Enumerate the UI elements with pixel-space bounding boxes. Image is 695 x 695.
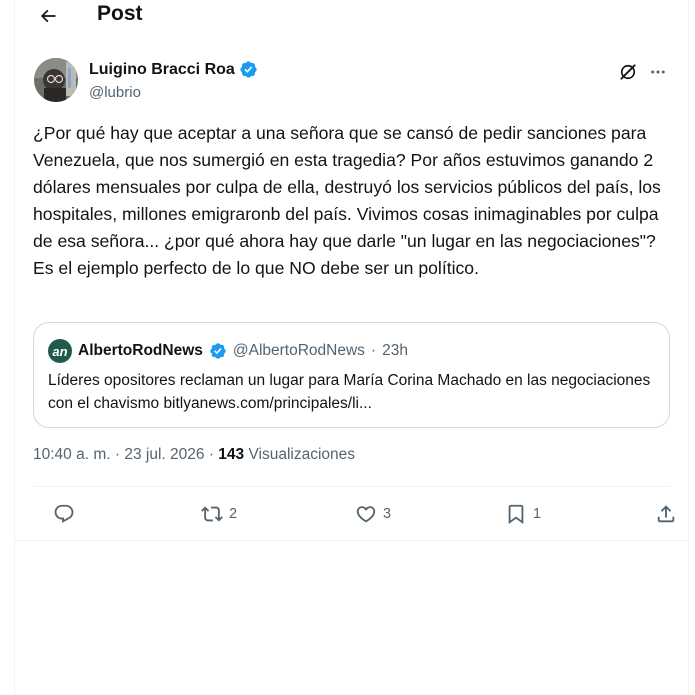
author-name[interactable]: Luigino Bracci Roa <box>89 61 235 79</box>
views-label: Visualizaciones <box>248 446 356 463</box>
views-count: 143 <box>218 446 245 463</box>
avatar[interactable] <box>34 58 78 102</box>
author-row: Luigino Bracci Roa @lubrio <box>15 56 688 106</box>
arrow-left-icon <box>40 9 56 23</box>
meta-separator: · <box>208 446 214 463</box>
quoted-post-text: Líderes opositores reclaman un lugar par… <box>48 372 651 412</box>
retweet-icon <box>201 506 223 522</box>
bookmark-button[interactable]: 1 <box>505 500 541 528</box>
quoted-avatar: an <box>48 339 72 363</box>
like-button[interactable]: 3 <box>355 500 391 528</box>
grok-icon <box>620 64 636 80</box>
page: Post Luigino Bracci Roa @lubrio ¿Por qué… <box>0 0 695 695</box>
quoted-author-handle: @AlbertoRodNews <box>232 342 365 359</box>
reply-icon <box>54 504 74 523</box>
divider <box>33 486 670 487</box>
post-date[interactable]: 23 jul. 2026 <box>124 446 204 463</box>
heart-icon <box>356 506 376 523</box>
bookmark-icon <box>508 504 524 525</box>
back-button[interactable] <box>35 3 61 29</box>
verified-badge-icon <box>210 343 226 359</box>
post-column: Post Luigino Bracci Roa @lubrio ¿Por qué… <box>14 0 689 695</box>
quoted-post-header: an AlbertoRodNews @AlbertoRodNews · 23h <box>48 339 408 363</box>
retweet-button[interactable]: 2 <box>201 500 237 528</box>
bookmark-count: 1 <box>533 506 542 522</box>
action-bar: 2 3 1 <box>33 500 675 528</box>
retweet-count: 2 <box>229 506 238 522</box>
quoted-separator: · <box>370 342 377 359</box>
share-button[interactable] <box>655 500 677 528</box>
post-time[interactable]: 10:40 a. m. <box>33 446 111 463</box>
verified-badge-icon <box>240 61 257 78</box>
like-count: 3 <box>383 506 392 522</box>
divider <box>15 540 688 541</box>
tweet-text: ¿Por qué hay que aceptar a una señora qu… <box>33 123 666 278</box>
reply-button[interactable] <box>53 500 81 528</box>
avatar-image <box>34 58 78 102</box>
name-line: Luigino Bracci Roa <box>89 60 258 79</box>
more-button[interactable] <box>646 60 670 84</box>
share-icon <box>657 505 675 523</box>
author-handle[interactable]: @lubrio <box>89 84 141 101</box>
post-meta: 10:40 a. m. · 23 jul. 2026 · 143 Visuali… <box>33 446 355 464</box>
quoted-post[interactable]: an AlbertoRodNews @AlbertoRodNews · 23h … <box>33 322 670 428</box>
quoted-time: 23h <box>382 342 408 359</box>
page-title: Post <box>97 2 143 25</box>
more-icon <box>651 70 665 74</box>
grok-button[interactable] <box>616 60 640 84</box>
meta-separator: · <box>114 446 121 463</box>
quoted-author-name: AlbertoRodNews <box>78 342 203 359</box>
header: Post <box>15 0 688 34</box>
